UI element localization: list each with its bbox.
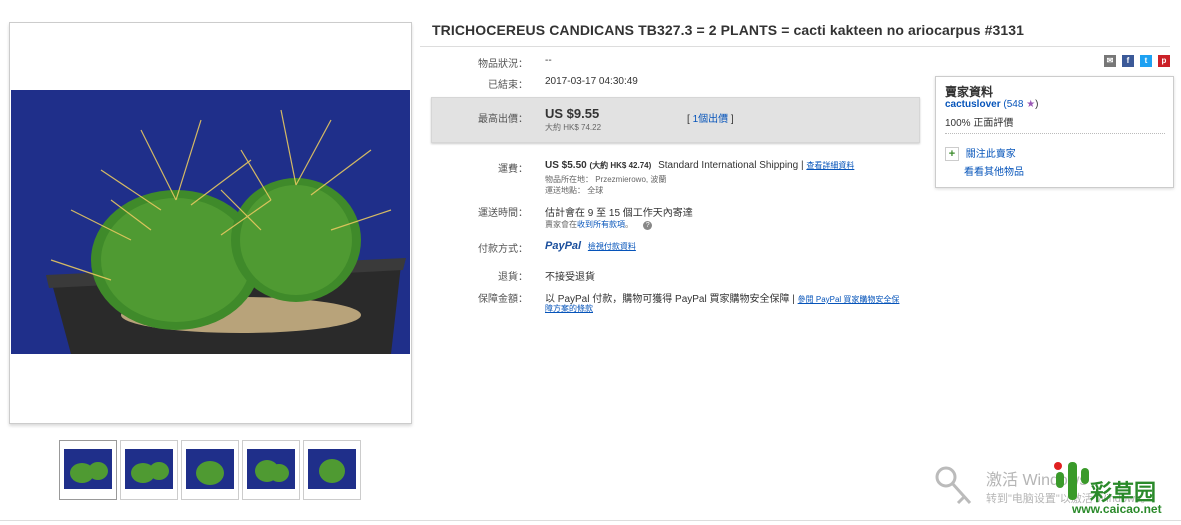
guarantee-row: 以 PayPal 付款，購物可獲得 PayPal 買家購物安全保障 | 參閱 P… — [545, 290, 915, 305]
delivery-label: 運送時間： — [478, 208, 528, 219]
seller-score[interactable]: 548 — [1007, 99, 1024, 110]
shipping-approx: (大約 HK$ 42.74) — [589, 161, 652, 170]
returns-label: 退貨： — [498, 272, 528, 283]
follow-seller-link[interactable]: 關注此賣家 — [966, 149, 1016, 160]
main-product-image[interactable] — [11, 90, 410, 354]
guarantee-link[interactable]: 參閱 PayPal 買家購物安全保 — [798, 295, 900, 304]
delivery-note: 賣家會在收到所有款項。 ? — [545, 219, 653, 230]
delivery-value: 估計會在 9 至 15 個工作天內寄達 — [545, 208, 693, 219]
seller-name-row: cactuslover (548 ★) — [945, 99, 1039, 110]
delivery-note-suffix: 。 — [625, 220, 633, 229]
thumbnail-1[interactable] — [59, 440, 117, 500]
ships-to: 運送地點： 全球 — [545, 186, 604, 195]
facebook-icon[interactable]: f — [1122, 55, 1134, 67]
follow-seller-row: + 關注此賣家 — [945, 145, 1016, 161]
see-other-items: 看看其他物品 — [964, 163, 1024, 178]
cactus-logo-icon — [1052, 456, 1092, 505]
payment-label: 付款方式： — [478, 244, 528, 255]
bid-count: [ 1個出價 ] — [687, 110, 734, 125]
listing-title: TRICHOCEREUS CANDICANS TB327.3 = 2 PLANT… — [432, 22, 1025, 38]
seller-heading: 賣家資料 — [945, 85, 994, 99]
ended-value: 2017-03-17 04:30:49 — [545, 76, 638, 87]
thumbnail-3[interactable] — [181, 440, 239, 500]
thumbnail-4[interactable] — [242, 440, 300, 500]
bid-count-open: [ — [687, 114, 690, 125]
seller-score-close: ) — [1035, 99, 1039, 110]
seller-divider — [945, 133, 1165, 135]
delivery-note-link[interactable]: 收到所有款項 — [577, 220, 625, 229]
guarantee-link-2: 障方案的條款 — [545, 303, 593, 314]
email-icon[interactable]: ✉ — [1104, 55, 1116, 67]
seller-name[interactable]: cactuslover — [945, 99, 1001, 110]
star-icon: ★ — [1026, 99, 1036, 110]
twitter-icon[interactable]: t — [1140, 55, 1152, 67]
guarantee-label: 保障金額： — [478, 294, 528, 305]
delivery-note-prefix: 賣家會在 — [545, 220, 577, 229]
payment-row: PayPal 檢視付款資料 — [545, 240, 636, 252]
bid-price: US $9.55 — [545, 106, 600, 121]
thumbnail-5[interactable] — [303, 440, 361, 500]
key-icon — [934, 463, 974, 510]
bid-count-link[interactable]: 1個出價 — [693, 114, 729, 125]
seller-feedback: 100% 正面評價 — [945, 118, 1014, 129]
returns-value: 不接受退貨 — [545, 272, 595, 283]
condition-label: 物品狀況： — [478, 59, 528, 70]
shipping-price: US $5.50 — [545, 160, 587, 171]
bid-count-close: ] — [730, 114, 734, 125]
thumbnail-2[interactable] — [120, 440, 178, 500]
bid-label: 最高出價： — [478, 114, 528, 125]
help-icon[interactable]: ? — [643, 221, 653, 230]
shipping-method: Standard International Shipping — [658, 160, 799, 171]
shipping-row: US $5.50 (大約 HK$ 42.74) Standard Interna… — [545, 160, 854, 171]
ended-label: 已結束： — [488, 80, 528, 91]
paypal-logo: PayPal — [545, 240, 582, 252]
seller-info-box: 賣家資料 cactuslover (548 ★) 100% 正面評價 + 關注此… — [935, 76, 1174, 188]
brand-url: www.caicao.net — [1072, 502, 1162, 516]
guarantee-link-continued[interactable]: 障方案的條款 — [545, 304, 593, 313]
title-divider — [420, 46, 1170, 47]
condition-value: -- — [545, 55, 552, 66]
shipping-label: 運費： — [498, 164, 528, 175]
page-bottom-divider — [0, 520, 1181, 521]
shipping-sep: | — [800, 160, 804, 171]
payment-details-link[interactable]: 檢視付款資料 — [588, 242, 636, 251]
pinterest-icon[interactable]: p — [1158, 55, 1170, 67]
bid-approx: 大約 HK$ 74.22 — [545, 123, 602, 132]
see-other-items-link[interactable]: 看看其他物品 — [964, 167, 1024, 178]
shipping-details-link[interactable]: 查看詳細資料 — [806, 161, 854, 170]
plus-icon[interactable]: + — [945, 147, 959, 161]
item-location: 物品所在地： Przezmierowo, 波蘭 — [545, 175, 667, 184]
